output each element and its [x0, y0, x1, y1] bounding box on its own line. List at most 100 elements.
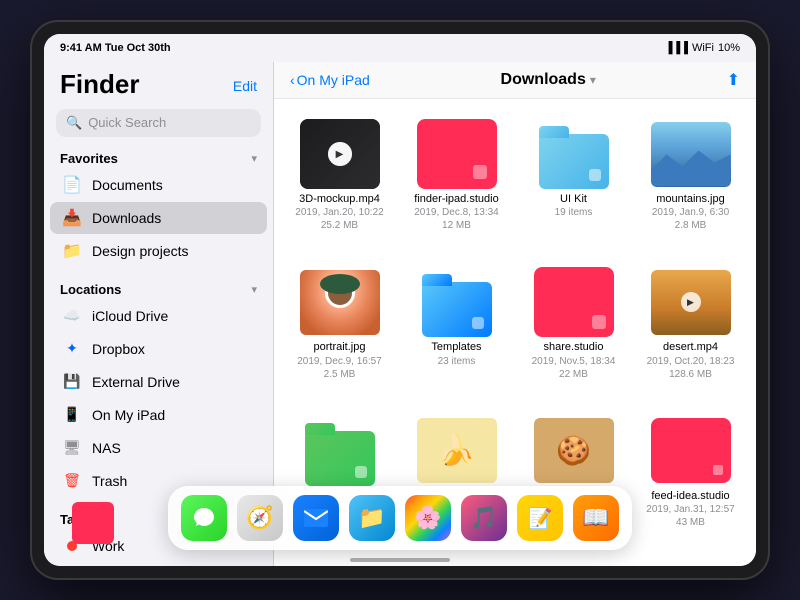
locations-section: Locations ▾ ☁️ iCloud Drive ✦ Dropbox 💾 …	[44, 276, 273, 506]
file-meta: 19 items	[555, 206, 593, 219]
wifi-icon: WiFi	[692, 42, 714, 54]
sidebar-item-nas[interactable]: 🖥 NAS	[50, 432, 267, 464]
folder-dropdown-icon[interactable]: ▾	[590, 73, 596, 87]
sidebar-item-label: Documents	[92, 177, 163, 193]
status-time: 9:41 AM Tue Oct 30th	[60, 42, 171, 54]
file-meta: 2019, Jan.20, 10:2225.2 MB	[295, 206, 383, 232]
locations-title: Locations	[60, 282, 121, 297]
file-name: 3D-mockup.mp4	[299, 193, 380, 206]
locations-chevron: ▾	[251, 283, 257, 296]
file-item[interactable]: mountains.jpg 2019, Jan.9, 6:302.8 MB	[633, 111, 748, 257]
file-item[interactable]: share.studio 2019, Nov.5, 18:3422 MB	[516, 259, 631, 405]
icloud-icon: ☁️	[62, 306, 82, 326]
folder-icon: 📁	[62, 241, 82, 261]
file-meta: 2019, Dec.9, 16:572.5 MB	[297, 355, 382, 381]
edit-button[interactable]: Edit	[233, 78, 257, 94]
download-icon: 📥	[62, 208, 82, 228]
sidebar-item-dropbox[interactable]: ✦ Dropbox	[50, 333, 267, 365]
dock-files-icon[interactable]: 📁	[349, 495, 395, 541]
sidebar-item-on-my-ipad[interactable]: 📱 On My iPad	[50, 399, 267, 431]
favorites-header: Favorites ▾	[44, 145, 273, 168]
file-thumbnail	[300, 267, 380, 337]
sidebar-item-label: Design projects	[92, 243, 189, 259]
folder-title: Downloads	[501, 71, 586, 89]
ipad-icon: 📱	[62, 405, 82, 425]
search-icon: 🔍	[66, 115, 82, 131]
file-thumbnail: 🍪	[534, 416, 614, 486]
folder-title-area: Downloads ▾	[376, 71, 721, 89]
sidebar-item-label: On My iPad	[92, 407, 165, 423]
favorites-chevron: ▾	[251, 152, 257, 165]
file-thumbnail	[300, 416, 380, 486]
sidebar-item-icloud[interactable]: ☁️ iCloud Drive	[50, 300, 267, 332]
battery-icon: 10%	[718, 42, 740, 54]
dock: 🧭 📁 🌸 🎵 📝 📖	[168, 486, 632, 550]
file-meta: 2019, Jan.31, 12:5743 MB	[646, 503, 734, 529]
file-meta: 2019, Dec.8, 13:3412 MB	[414, 206, 499, 232]
file-thumbnail	[651, 416, 731, 486]
favorites-section: Favorites ▾ 📄 Documents 📥 Downloads 📁 De…	[44, 145, 273, 276]
back-button[interactable]: ‹ On My iPad	[290, 72, 370, 88]
file-thumbnail	[417, 267, 497, 337]
drive-icon: 💾	[62, 372, 82, 392]
search-box[interactable]: 🔍 Quick Search	[56, 109, 261, 137]
favorites-title: Favorites	[60, 151, 118, 166]
file-item[interactable]: feed-idea.studio 2019, Jan.31, 12:5743 M…	[633, 408, 748, 554]
sidebar-item-design-projects[interactable]: 📁 Design projects	[50, 235, 267, 267]
file-thumbnail: ▶	[300, 119, 380, 189]
file-item[interactable]: portrait.jpg 2019, Dec.9, 16:572.5 MB	[282, 259, 397, 405]
file-item[interactable]: UI Kit 19 items	[516, 111, 631, 257]
file-item[interactable]: finder-ipad.studio 2019, Dec.8, 13:3412 …	[399, 111, 514, 257]
ipad-frame: 9:41 AM Tue Oct 30th ▐▐▐ WiFi 10% Finder…	[30, 20, 770, 580]
sidebar-item-label: Trash	[92, 473, 127, 489]
dock-music-icon[interactable]: 🎵	[461, 495, 507, 541]
file-meta: 2019, Oct.20, 18:23128.6 MB	[647, 355, 735, 381]
sidebar-item-label: NAS	[92, 440, 121, 456]
sidebar-title: Finder	[60, 70, 139, 99]
sidebar-header: Finder Edit	[44, 62, 273, 103]
chevron-left-icon: ‹	[290, 72, 295, 88]
file-item[interactable]: desert.mp4 2019, Oct.20, 18:23128.6 MB	[633, 259, 748, 405]
locations-header: Locations ▾	[44, 276, 273, 299]
status-right: ▐▐▐ WiFi 10%	[665, 42, 740, 54]
sidebar-item-label: iCloud Drive	[92, 308, 168, 324]
file-thumbnail	[417, 119, 497, 189]
dock-mail-icon[interactable]	[293, 495, 339, 541]
sidebar-item-label: Dropbox	[92, 341, 145, 357]
status-bar: 9:41 AM Tue Oct 30th ▐▐▐ WiFi 10%	[44, 34, 756, 62]
dock-safari-icon[interactable]: 🧭	[237, 495, 283, 541]
file-thumbnail	[651, 267, 731, 337]
nas-icon: 🖥	[62, 438, 82, 458]
file-thumbnail	[651, 119, 731, 189]
trash-icon: 🗑	[62, 471, 82, 491]
sidebar-item-downloads[interactable]: 📥 Downloads	[50, 202, 267, 234]
file-thumbnail	[534, 267, 614, 337]
file-name: finder-ipad.studio	[414, 193, 498, 206]
home-indicator	[350, 558, 450, 562]
doc-icon: 📄	[62, 175, 82, 195]
file-meta: 23 items	[438, 355, 476, 368]
file-name: mountains.jpg	[656, 193, 725, 206]
sidebar-item-external-drive[interactable]: 💾 External Drive	[50, 366, 267, 398]
dock-photos-icon[interactable]: 🌸	[405, 495, 451, 541]
file-nav: ‹ On My iPad Downloads ▾ ⬆	[274, 62, 756, 99]
file-name: UI Kit	[560, 193, 587, 206]
back-label: On My iPad	[297, 72, 370, 88]
dock-notes-icon[interactable]: 📝	[517, 495, 563, 541]
file-thumbnail: 🍌	[417, 416, 497, 486]
ipad-screen: 9:41 AM Tue Oct 30th ▐▐▐ WiFi 10% Finder…	[44, 34, 756, 566]
sidebar-item-label: External Drive	[92, 374, 180, 390]
file-name: share.studio	[544, 341, 604, 354]
file-name: portrait.jpg	[314, 341, 366, 354]
sidebar-item-label: Downloads	[92, 210, 161, 226]
file-item[interactable]: Templates 23 items	[399, 259, 514, 405]
file-thumbnail	[534, 119, 614, 189]
sidebar-item-documents[interactable]: 📄 Documents	[50, 169, 267, 201]
signal-icon: ▐▐▐	[665, 42, 688, 54]
file-item[interactable]: ▶ 3D-mockup.mp4 2019, Jan.20, 10:2225.2 …	[282, 111, 397, 257]
dock-books-icon[interactable]: 📖	[573, 495, 619, 541]
file-name: feed-idea.studio	[651, 490, 729, 503]
dock-messages-icon[interactable]	[181, 495, 227, 541]
file-name: desert.mp4	[663, 341, 718, 354]
share-icon[interactable]: ⬆	[727, 70, 740, 90]
